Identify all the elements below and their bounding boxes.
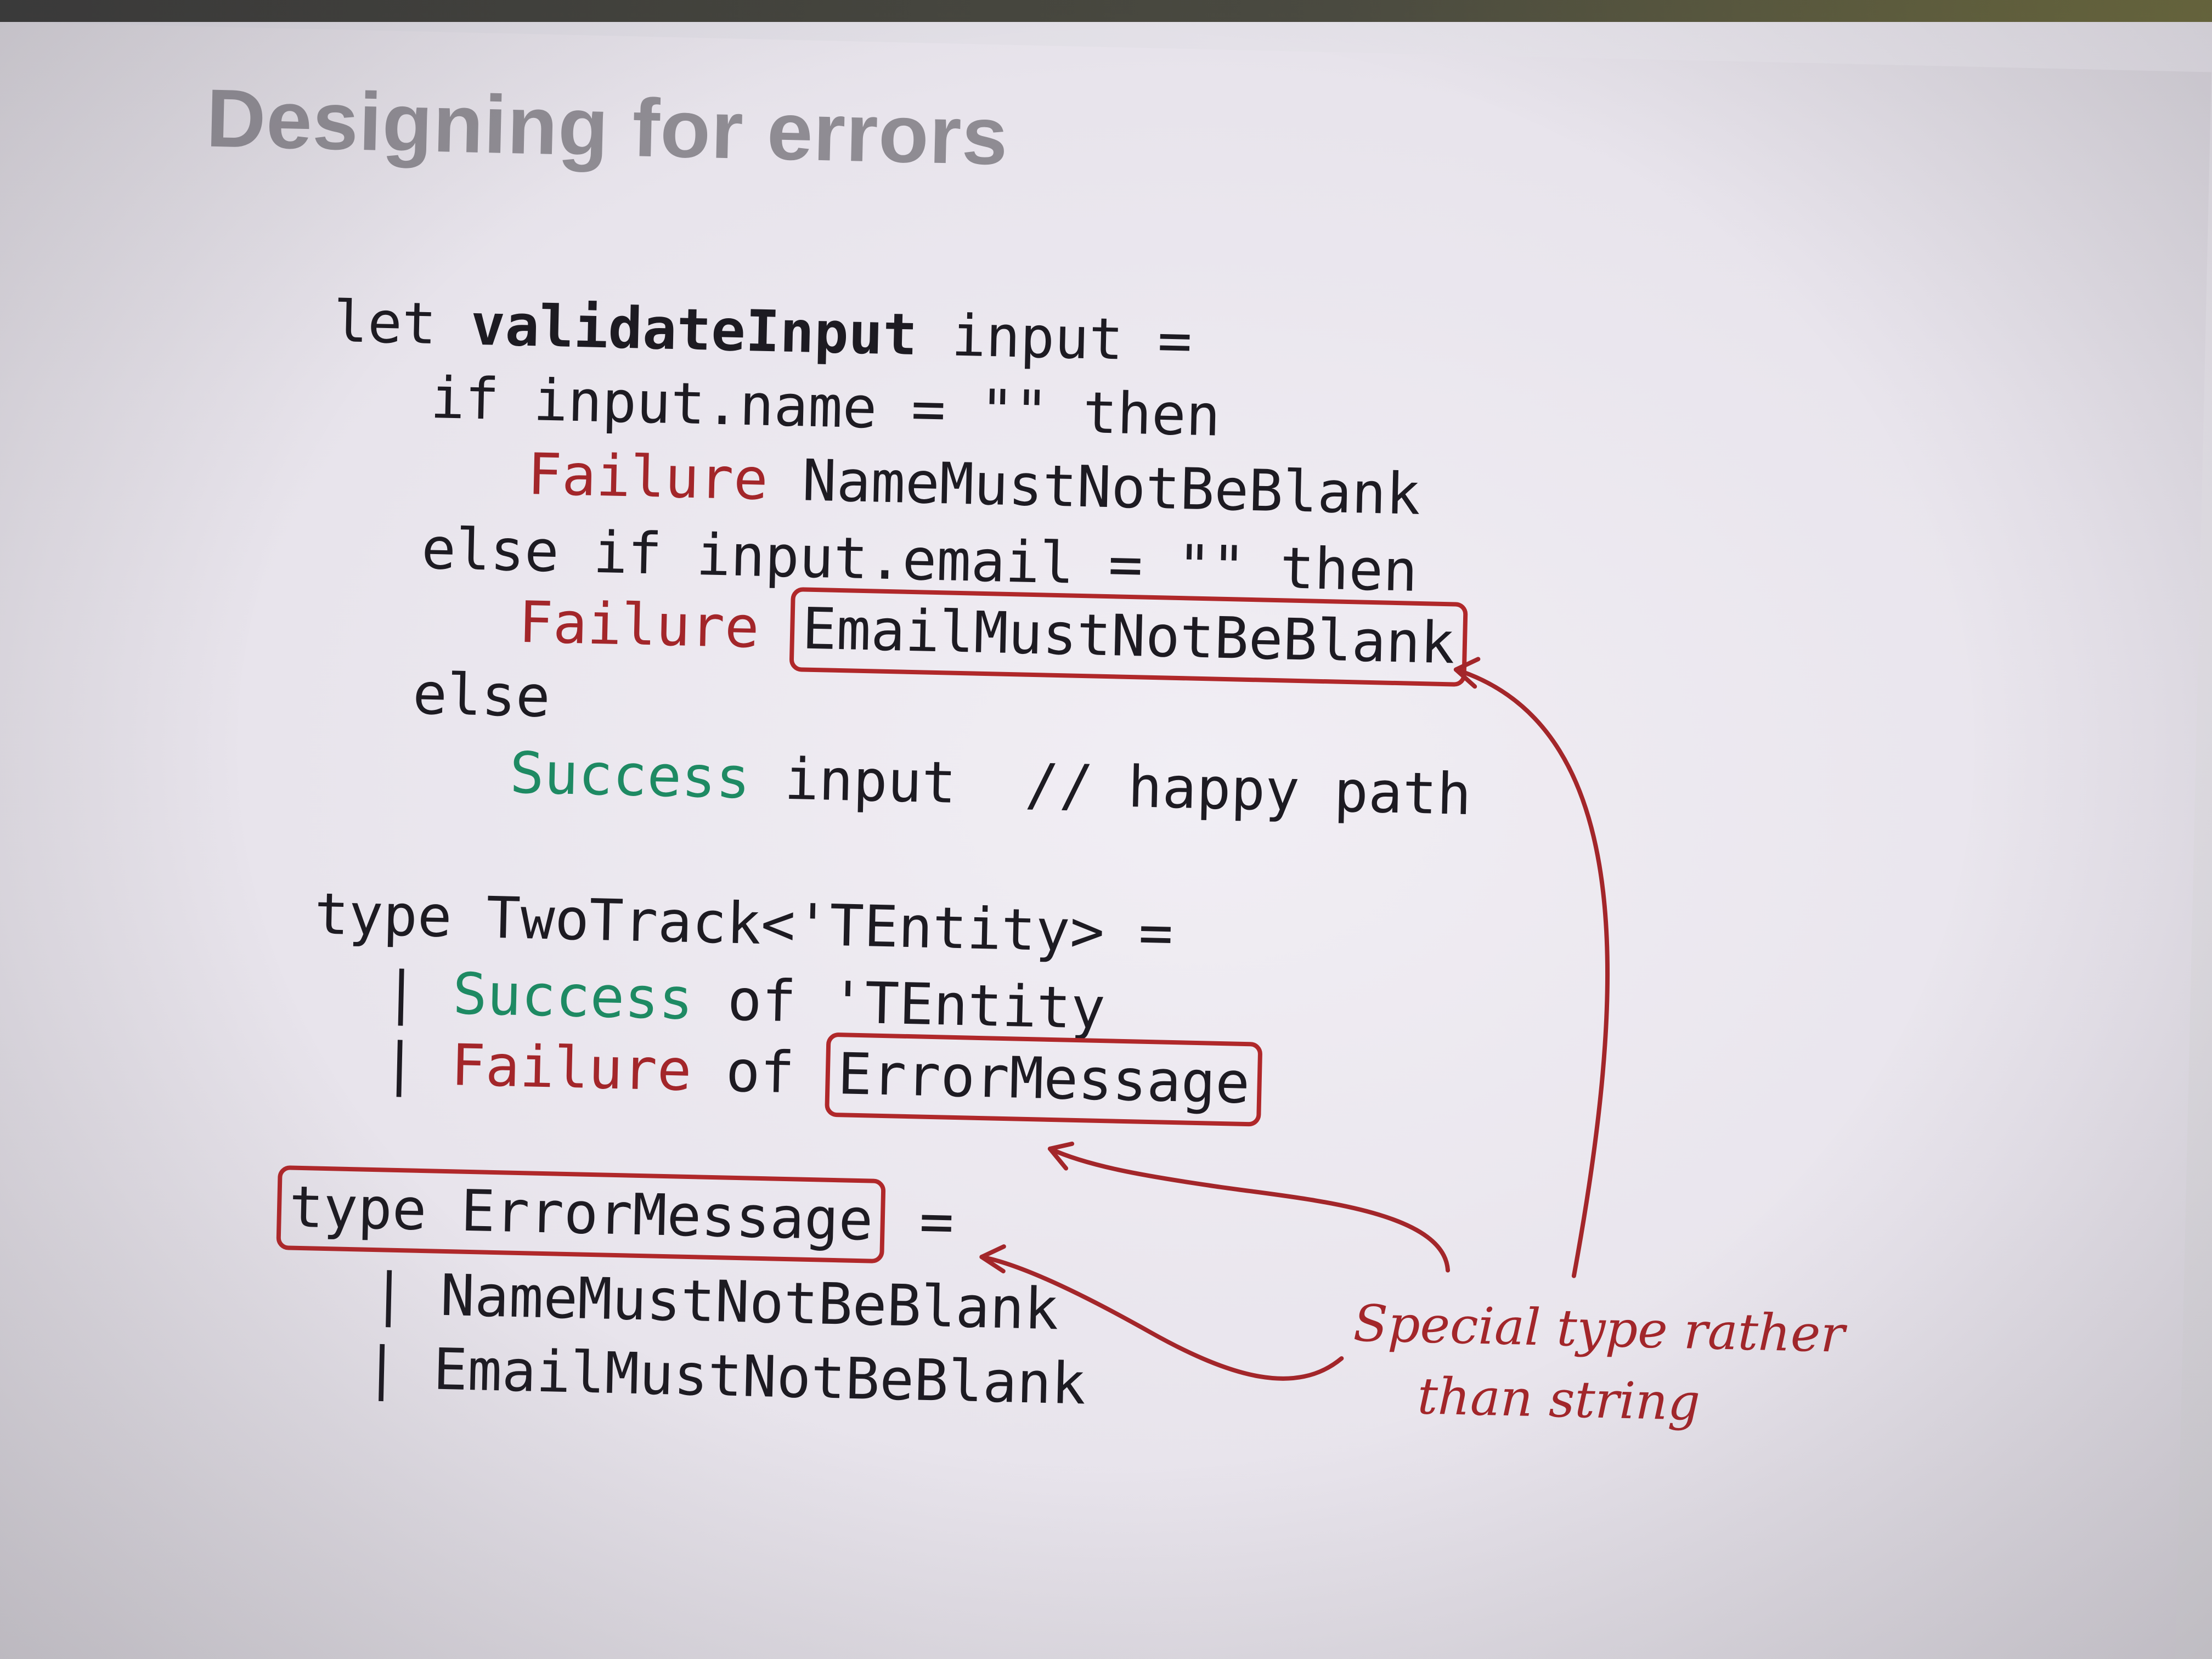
code-line-6: else bbox=[412, 660, 551, 731]
success-keyword: Success bbox=[452, 960, 694, 1033]
arrowhead-error-message bbox=[1047, 1141, 1075, 1171]
annotation-line-2: than string bbox=[1417, 1367, 1701, 1432]
failure-keyword: Failure bbox=[527, 441, 769, 513]
success-keyword: Success bbox=[509, 739, 751, 812]
failure-keyword: Failure bbox=[450, 1031, 692, 1104]
arrow-to-error-message bbox=[1047, 1146, 1451, 1273]
code-text: input = bbox=[951, 302, 1193, 375]
highlighted-type-declaration: type ErrorMessage bbox=[276, 1165, 887, 1264]
presentation-slide: Designing for errors let validateInput i… bbox=[0, 22, 2211, 1659]
code-line-12: | NameMustNotBeBlank bbox=[371, 1260, 1059, 1343]
union-bar: | bbox=[381, 1030, 418, 1098]
slide-title: Designing for errors bbox=[205, 71, 1009, 182]
photo: Designing for errors let validateInput i… bbox=[0, 0, 2212, 1659]
code-line-7: Success input // happy path bbox=[509, 739, 1472, 828]
code-line-13: | EmailMustNotBeBlank bbox=[364, 1334, 1087, 1418]
code-text: = bbox=[918, 1187, 955, 1255]
code-line-9: | Success of 'TEntity bbox=[383, 958, 1106, 1042]
code-line-11: type ErrorMessage = bbox=[276, 1165, 955, 1264]
failure-keyword: Failure bbox=[518, 588, 760, 661]
annotation-line-1: Special type rather bbox=[1352, 1294, 1846, 1364]
union-bar: | bbox=[383, 958, 420, 1026]
code-text: of bbox=[725, 1037, 795, 1107]
code-text: input // happy path bbox=[783, 745, 1472, 828]
function-name: validateInput bbox=[470, 291, 918, 369]
projector-frame-edge bbox=[0, 0, 2212, 22]
code-line-8: type TwoTrack<'TEntity> = bbox=[313, 880, 1174, 967]
annotation-arrows bbox=[979, 657, 1610, 1381]
code-text: NameMustNotBeBlank bbox=[801, 447, 1421, 528]
code-line-1: let validateInput input = bbox=[332, 288, 1193, 374]
arrowhead-type-declaration bbox=[979, 1244, 1006, 1274]
code-text: of 'TEntity bbox=[726, 966, 1107, 1042]
keyword-let: let bbox=[332, 287, 437, 358]
code-line-3: Failure NameMustNotBeBlank bbox=[527, 441, 1421, 528]
highlighted-error-type: ErrorMessage bbox=[825, 1032, 1263, 1127]
code-line-10: | Failure of ErrorMessage bbox=[382, 1030, 1263, 1127]
highlighted-error-case: EmailMustNotBeBlank bbox=[789, 586, 1468, 687]
code-line-2: if input.name = "" then bbox=[430, 364, 1221, 449]
code-line-4: else if input.email = "" then bbox=[421, 515, 1419, 605]
code-line-5: Failure EmailMustNotBeBlank bbox=[518, 586, 1468, 687]
